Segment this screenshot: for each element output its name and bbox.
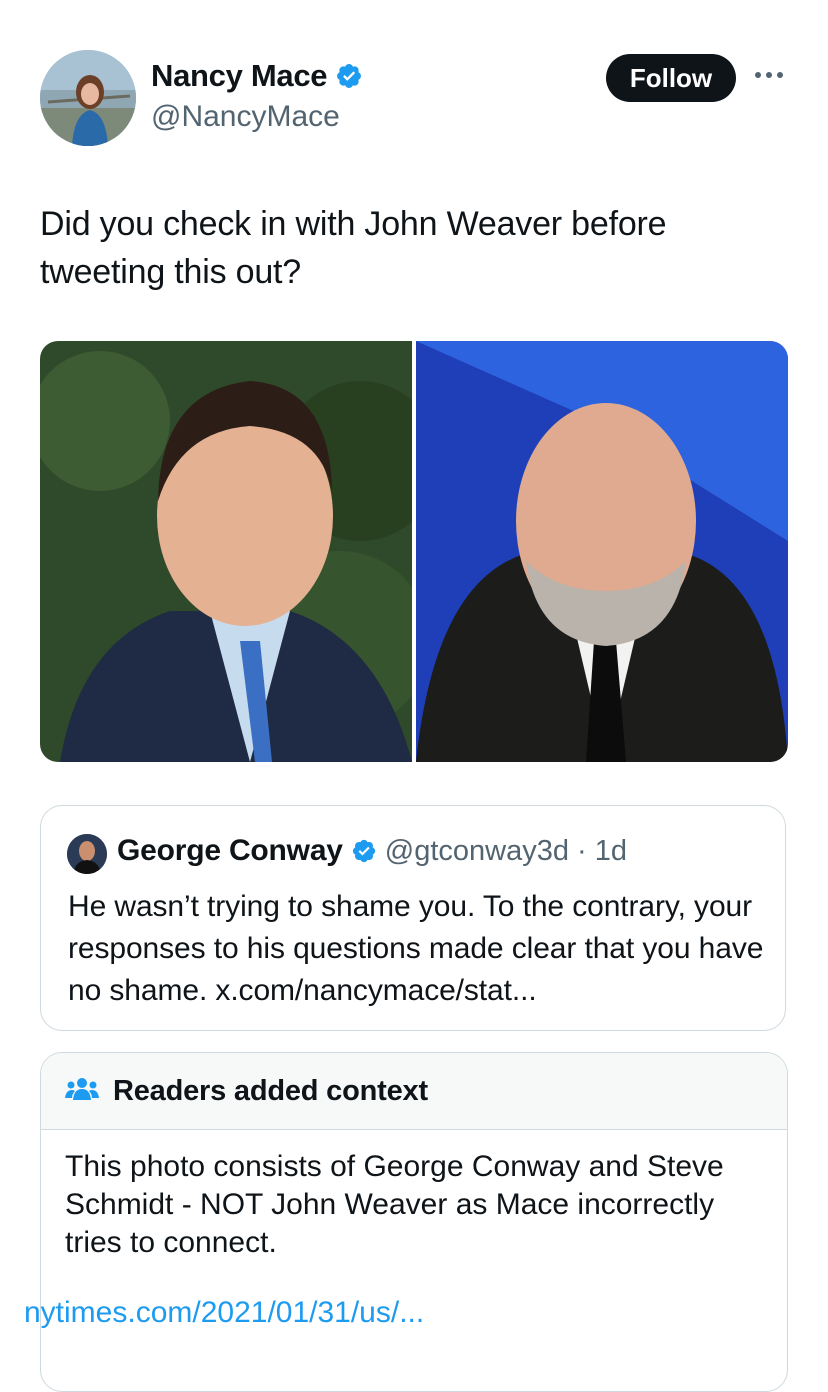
- people-icon: [65, 1076, 99, 1107]
- tweet-media[interactable]: [40, 341, 788, 762]
- follow-button[interactable]: Follow: [606, 54, 736, 102]
- notes-header: Readers added context: [41, 1053, 787, 1130]
- quote-display-name[interactable]: George Conway: [117, 834, 343, 868]
- quote-text: He wasn’t trying to shame you. To the co…: [68, 890, 764, 1007]
- media-photo-right[interactable]: [416, 341, 788, 762]
- author-name-row[interactable]: Nancy Mace: [151, 58, 363, 94]
- quote-handle[interactable]: @gtconway3d: [385, 835, 569, 868]
- notes-body: This photo consists of George Conway and…: [65, 1150, 724, 1259]
- notes-source-link[interactable]: nytimes.com/2021/01/31/us/...: [24, 1296, 424, 1330]
- author-handle[interactable]: @NancyMace: [151, 100, 340, 134]
- quote-header: George Conway @gtconway3d · 1d: [117, 834, 627, 868]
- quoted-tweet[interactable]: George Conway @gtconway3d · 1d He wasn’t…: [40, 805, 786, 1031]
- media-photo-left[interactable]: [40, 341, 412, 762]
- author-display-name[interactable]: Nancy Mace: [151, 58, 328, 94]
- tweet-text: Did you check in with John Weaver before…: [40, 205, 667, 291]
- readers-added-context: Readers added context This photo consist…: [40, 1052, 788, 1392]
- quote-separator: ·: [577, 834, 587, 867]
- verified-badge-icon: [351, 838, 377, 864]
- avatar-photo: [40, 50, 136, 146]
- more-icon[interactable]: [752, 60, 786, 90]
- verified-badge-icon: [335, 62, 363, 90]
- quote-time[interactable]: 1d: [595, 835, 627, 868]
- notes-title: Readers added context: [113, 1074, 428, 1107]
- avatar[interactable]: [40, 50, 136, 146]
- quote-avatar[interactable]: [67, 834, 107, 874]
